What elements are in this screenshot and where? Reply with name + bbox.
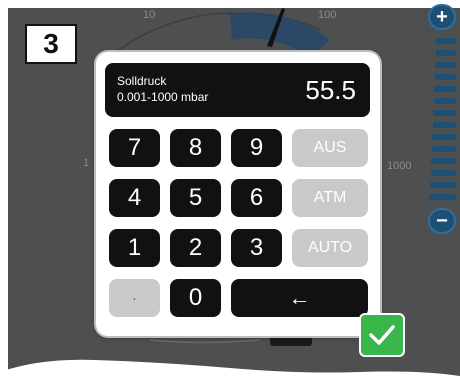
key-7[interactable]: 7 xyxy=(109,129,160,167)
key-8[interactable]: 8 xyxy=(170,129,221,167)
value-display: Solldruck 0.001-1000 mbar 55.5 xyxy=(105,63,370,117)
key-0[interactable]: 0 xyxy=(170,279,221,317)
range-label: 0.001-1000 mbar xyxy=(117,90,209,104)
backspace-button[interactable]: ← xyxy=(231,279,368,317)
keypad-dialog: Solldruck 0.001-1000 mbar 55.5 7 8 9 AUS… xyxy=(96,52,380,336)
aus-button[interactable]: AUS xyxy=(292,129,368,167)
auto-button[interactable]: AUTO xyxy=(292,229,368,267)
key-2[interactable]: 2 xyxy=(170,229,221,267)
checkmark-icon xyxy=(369,325,395,345)
atm-button[interactable]: ATM xyxy=(292,179,368,217)
key-1[interactable]: 1 xyxy=(109,229,160,267)
value-readout: 55.5 xyxy=(305,75,356,105)
key-4[interactable]: 4 xyxy=(109,179,160,217)
key-6[interactable]: 6 xyxy=(231,179,282,217)
step-number-badge: 3 xyxy=(25,24,77,64)
key-3[interactable]: 3 xyxy=(231,229,282,267)
key-5[interactable]: 5 xyxy=(170,179,221,217)
key-9[interactable]: 9 xyxy=(231,129,282,167)
key-decimal-point[interactable]: · xyxy=(109,279,160,317)
confirm-button[interactable] xyxy=(359,313,405,357)
field-label: Solldruck xyxy=(117,74,167,88)
